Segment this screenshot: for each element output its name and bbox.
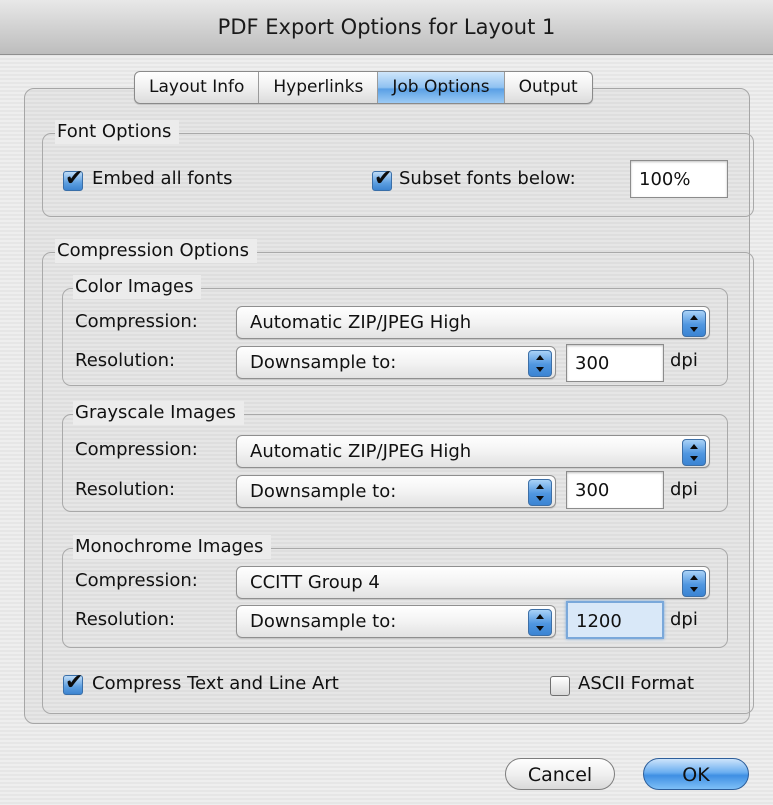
grayscale-compression-label: Compression:	[75, 439, 198, 460]
color-dpi-unit: dpi	[670, 350, 698, 371]
color-compression-popup[interactable]: Automatic ZIP/JPEG High	[236, 306, 710, 339]
monochrome-resolution-label: Resolution:	[75, 609, 176, 630]
grayscale-resolution-label: Resolution:	[75, 479, 176, 500]
ascii-format-checkbox[interactable]	[550, 676, 570, 696]
popup-arrows-icon	[682, 310, 706, 337]
popup-arrows-icon	[682, 439, 706, 466]
color-resolution-popup[interactable]: Downsample to:	[236, 346, 556, 379]
font-options-legend: Font Options	[55, 120, 180, 144]
color-resolution-mode: Downsample to:	[250, 352, 397, 373]
window-title: PDF Export Options for Layout 1	[0, 0, 773, 55]
monochrome-resolution-mode: Downsample to:	[250, 611, 397, 632]
ascii-format-label[interactable]: ASCII Format	[578, 667, 694, 701]
compress-text-line-art-checkbox[interactable]	[63, 670, 83, 695]
grayscale-images-legend: Grayscale Images	[73, 401, 244, 425]
grayscale-dpi-unit: dpi	[670, 479, 698, 500]
embed-all-fonts-checkbox[interactable]	[63, 166, 83, 191]
subset-fonts-label[interactable]: Subset fonts below:	[399, 162, 576, 196]
grayscale-resolution-mode: Downsample to:	[250, 481, 397, 502]
color-images-legend: Color Images	[73, 275, 202, 299]
monochrome-compression-label: Compression:	[75, 570, 198, 591]
ok-button[interactable]: OK	[643, 758, 749, 790]
color-dpi-field[interactable]: 300	[566, 344, 664, 382]
compression-options-legend: Compression Options	[55, 239, 257, 263]
tab-layout-info[interactable]: Layout Info	[135, 72, 260, 103]
popup-arrows-icon	[682, 570, 706, 597]
cancel-button[interactable]: Cancel	[505, 758, 615, 790]
color-compression-label: Compression:	[75, 311, 198, 332]
monochrome-dpi-unit: dpi	[670, 609, 698, 630]
tab-hyperlinks[interactable]: Hyperlinks	[259, 72, 379, 103]
popup-arrows-icon	[528, 609, 552, 636]
popup-arrows-icon	[528, 479, 552, 506]
tab-output[interactable]: Output	[505, 72, 592, 103]
grayscale-resolution-popup[interactable]: Downsample to:	[236, 475, 556, 508]
grayscale-dpi-field[interactable]: 300	[566, 471, 664, 509]
monochrome-dpi-field[interactable]: 1200	[566, 601, 664, 639]
monochrome-compression-popup[interactable]: CCITT Group 4	[236, 566, 710, 599]
grayscale-compression-value: Automatic ZIP/JPEG High	[250, 441, 472, 462]
compress-text-line-art-label[interactable]: Compress Text and Line Art	[92, 667, 339, 701]
tab-bar: Layout Info Hyperlinks Job Options Outpu…	[134, 71, 593, 104]
tab-job-options[interactable]: Job Options	[378, 72, 505, 103]
monochrome-images-legend: Monochrome Images	[73, 535, 272, 559]
subset-fonts-percent-field[interactable]: 100%	[630, 160, 728, 198]
popup-arrows-icon	[528, 350, 552, 377]
subset-fonts-checkbox[interactable]	[372, 166, 392, 191]
color-resolution-label: Resolution:	[75, 350, 176, 371]
color-compression-value: Automatic ZIP/JPEG High	[250, 312, 472, 333]
monochrome-resolution-popup[interactable]: Downsample to:	[236, 605, 556, 638]
grayscale-compression-popup[interactable]: Automatic ZIP/JPEG High	[236, 435, 710, 468]
monochrome-compression-value: CCITT Group 4	[250, 572, 380, 593]
embed-all-fonts-label[interactable]: Embed all fonts	[92, 162, 233, 196]
